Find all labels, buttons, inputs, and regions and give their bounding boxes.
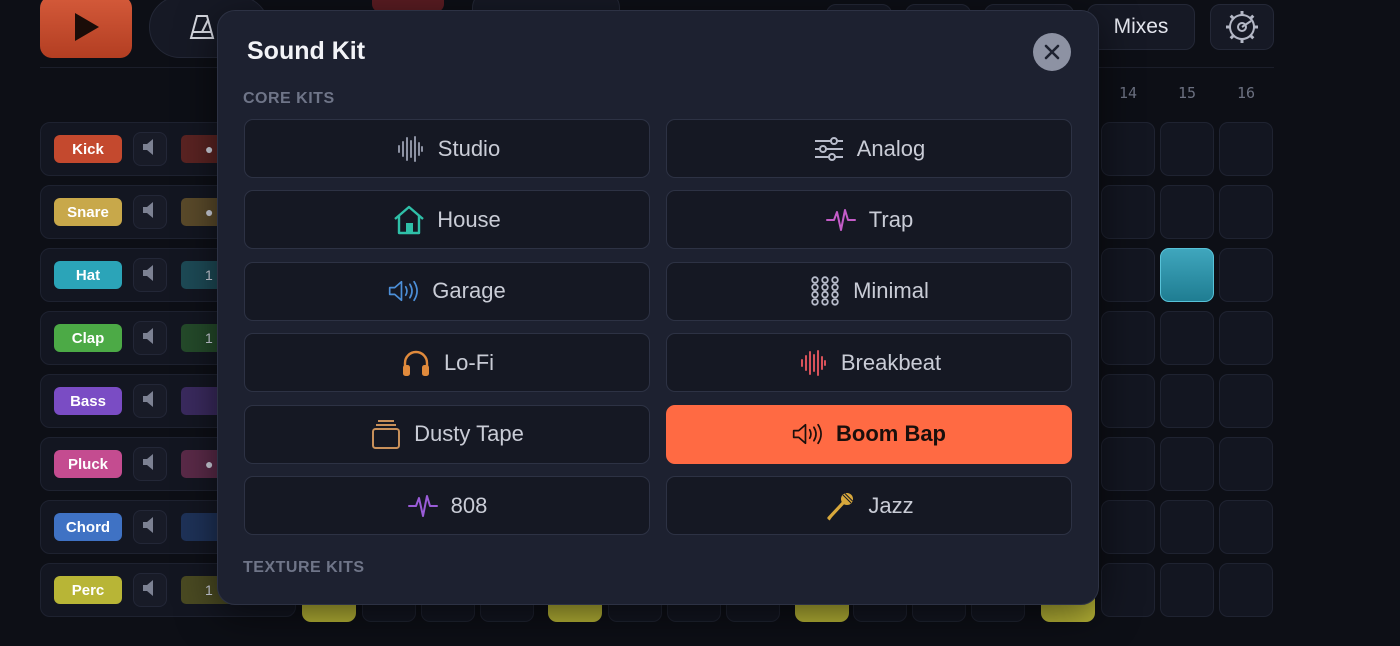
speaker-icon (142, 453, 158, 476)
kit-label: 808 (450, 492, 488, 518)
tape-stack-icon (370, 418, 402, 450)
step-pad[interactable] (1160, 500, 1214, 554)
mute-button[interactable] (133, 321, 167, 355)
track-label[interactable]: Pluck (54, 450, 122, 478)
step-pad[interactable] (1219, 374, 1273, 428)
step-pad[interactable] (1160, 122, 1214, 176)
speaker-icon (142, 264, 158, 287)
kit-label: House (437, 206, 501, 232)
kit-label: Minimal (853, 278, 929, 304)
kit-option-trap[interactable]: Trap (666, 190, 1072, 250)
metronome-icon (189, 15, 215, 39)
step-pad[interactable] (1219, 248, 1273, 302)
step-number: 14 (1118, 84, 1138, 102)
kit-label: Analog (856, 135, 926, 161)
waveform-icon (394, 133, 426, 165)
kit-option-dusty-tape[interactable]: Dusty Tape (244, 404, 650, 464)
step-pad[interactable] (1101, 122, 1155, 176)
step-pad[interactable] (1219, 437, 1273, 491)
kit-label: Trap (868, 206, 914, 232)
kit-option-minimal[interactable]: Minimal (666, 261, 1072, 321)
headphones-icon (400, 347, 432, 379)
kit-option-jazz[interactable]: Jazz (666, 476, 1072, 535)
step-pad[interactable] (1101, 500, 1155, 554)
pulse-icon (825, 204, 857, 236)
close-button[interactable] (1033, 33, 1071, 71)
mute-button[interactable] (133, 510, 167, 544)
microphone-icon (824, 490, 856, 522)
kit-option-breakbeat[interactable]: Breakbeat (666, 333, 1072, 393)
mute-button[interactable] (133, 258, 167, 292)
step-pad[interactable] (1160, 374, 1214, 428)
step-pad[interactable] (1160, 311, 1214, 365)
kit-label: Jazz (868, 492, 914, 518)
step-pad[interactable] (1219, 563, 1273, 617)
play-button[interactable] (40, 0, 132, 58)
kit-option-analog[interactable]: Analog (666, 119, 1072, 178)
speaker-icon (142, 579, 158, 602)
kit-label: Lo-Fi (443, 349, 495, 375)
speaker-icon (142, 327, 158, 350)
track-label[interactable]: Snare (54, 198, 122, 226)
step-pad[interactable] (1101, 248, 1155, 302)
section-label-core-kits: CORE KITS (243, 90, 335, 107)
mixes-button[interactable]: Mixes (1087, 4, 1195, 50)
track-label[interactable]: Kick (54, 135, 122, 163)
step-pad[interactable] (1219, 122, 1273, 176)
kit-option-808[interactable]: 808 (244, 476, 650, 535)
speaker-icon (142, 390, 158, 413)
kit-option-lo-fi[interactable]: Lo-Fi (244, 333, 650, 393)
speaker-icon (142, 201, 158, 224)
speaker-icon (142, 138, 158, 161)
step-pad[interactable] (1219, 185, 1273, 239)
mute-button[interactable] (133, 447, 167, 481)
track-label[interactable]: Perc (54, 576, 122, 604)
kit-option-studio[interactable]: Studio (244, 119, 650, 178)
kit-label: Dusty Tape (414, 421, 524, 447)
step-pad[interactable] (1101, 311, 1155, 365)
speaker-icon (388, 275, 420, 307)
kit-option-garage[interactable]: Garage (244, 261, 650, 321)
play-icon (75, 13, 99, 41)
step-pad[interactable] (1160, 185, 1214, 239)
kit-label: Garage (432, 278, 506, 304)
track-label[interactable]: Clap (54, 324, 122, 352)
step-pad[interactable] (1101, 374, 1155, 428)
waveform-icon (797, 347, 829, 379)
settings-button[interactable] (1210, 4, 1274, 50)
sound-kit-dialog: Sound Kit CORE KITS Studio Analog House T… (217, 10, 1099, 605)
dots-grid-icon (809, 275, 841, 307)
step-pad[interactable] (1101, 437, 1155, 491)
speaker-icon (792, 418, 824, 450)
step-pad[interactable] (1101, 185, 1155, 239)
track-label[interactable]: Hat (54, 261, 122, 289)
step-pad[interactable] (1219, 311, 1273, 365)
speaker-icon (142, 516, 158, 539)
kit-option-house[interactable]: House (244, 190, 650, 250)
mute-button[interactable] (133, 384, 167, 418)
sliders-icon (813, 133, 845, 165)
house-icon (393, 204, 425, 236)
step-pad[interactable] (1160, 248, 1214, 302)
mute-button[interactable] (133, 195, 167, 229)
step-pad[interactable] (1219, 500, 1273, 554)
step-number: 15 (1177, 84, 1197, 102)
kit-label: Boom Bap (836, 421, 946, 447)
step-pad[interactable] (1101, 563, 1155, 617)
kit-label: Breakbeat (840, 349, 942, 375)
step-pad[interactable] (1160, 563, 1214, 617)
step-pad[interactable] (1160, 437, 1214, 491)
step-number: 16 (1236, 84, 1256, 102)
gear-icon (1226, 11, 1258, 43)
dialog-title: Sound Kit (247, 37, 366, 65)
mute-button[interactable] (133, 573, 167, 607)
track-label[interactable]: Bass (54, 387, 122, 415)
mute-button[interactable] (133, 132, 167, 166)
pulse-icon (407, 490, 439, 522)
section-label-texture-kits: TEXTURE KITS (243, 559, 365, 576)
kit-option-boom-bap[interactable]: Boom Bap (666, 404, 1072, 464)
track-label[interactable]: Chord (54, 513, 122, 541)
close-icon (1044, 44, 1060, 60)
kit-label: Studio (437, 135, 501, 161)
